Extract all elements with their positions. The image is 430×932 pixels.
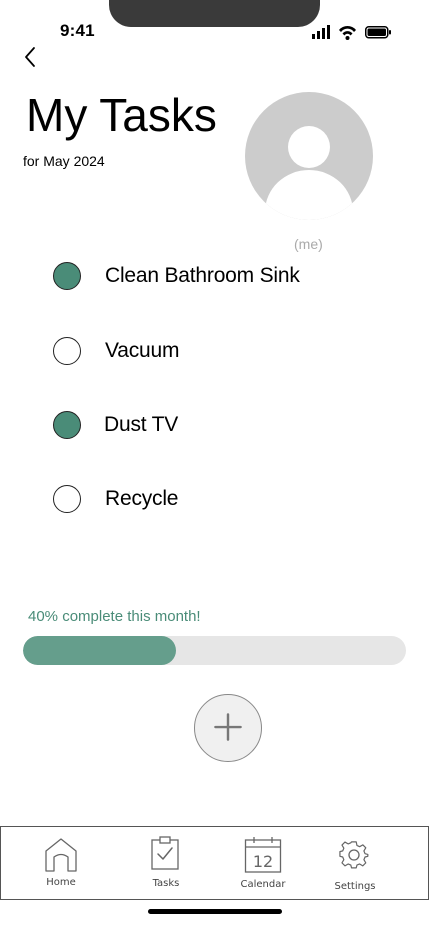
task-checkbox[interactable] — [53, 485, 81, 513]
page-subtitle: for May 2024 — [23, 153, 105, 169]
task-item[interactable]: Clean Bathroom Sink — [53, 262, 300, 290]
wifi-icon — [339, 25, 356, 40]
gear-icon — [339, 841, 369, 869]
progress-text: 40% complete this month! — [28, 608, 201, 625]
task-label: Clean Bathroom Sink — [105, 264, 300, 287]
calendar-icon-text: 12 — [253, 852, 273, 871]
tab-calendar[interactable]: 12 Calendar — [233, 827, 293, 901]
signal-icon — [312, 25, 330, 39]
progress-bar — [23, 636, 406, 665]
task-item[interactable]: Recycle — [53, 485, 178, 513]
chevron-left-icon — [25, 47, 35, 67]
clipboard-check-icon — [151, 836, 179, 870]
status-time: 9:41 — [60, 21, 95, 40]
tab-home-label: Home — [46, 877, 76, 888]
home-indicator — [148, 909, 282, 914]
tab-tasks-label: Tasks — [152, 878, 180, 889]
task-checkbox[interactable] — [53, 262, 81, 290]
task-checkbox[interactable] — [53, 411, 81, 439]
tab-tasks[interactable]: Tasks — [136, 827, 196, 901]
home-icon — [45, 838, 77, 872]
add-task-button[interactable] — [194, 694, 262, 762]
battery-icon — [365, 26, 391, 39]
tab-home[interactable]: Home — [31, 827, 91, 901]
page-title: My Tasks — [26, 89, 217, 141]
task-label: Dust TV — [104, 413, 179, 436]
avatar[interactable] — [245, 92, 373, 220]
progress-fill — [23, 636, 177, 665]
plus-icon — [214, 713, 242, 741]
calendar-icon: 12 — [244, 837, 282, 873]
tab-bar: Home Tasks 12 Calendar Settings — [0, 826, 429, 900]
task-label: Recycle — [105, 487, 179, 510]
tab-settings[interactable]: Settings — [325, 827, 385, 901]
task-item[interactable]: Vacuum — [53, 337, 179, 365]
task-label: Vacuum — [105, 339, 180, 362]
task-item[interactable]: Dust TV — [53, 411, 178, 439]
tab-calendar-label: Calendar — [240, 879, 286, 890]
status-icons — [312, 25, 391, 40]
back-button[interactable] — [20, 45, 42, 69]
task-checkbox[interactable] — [53, 337, 81, 365]
tab-settings-label: Settings — [334, 881, 376, 892]
avatar-caption: (me) — [294, 236, 323, 252]
device-notch — [109, 0, 320, 27]
